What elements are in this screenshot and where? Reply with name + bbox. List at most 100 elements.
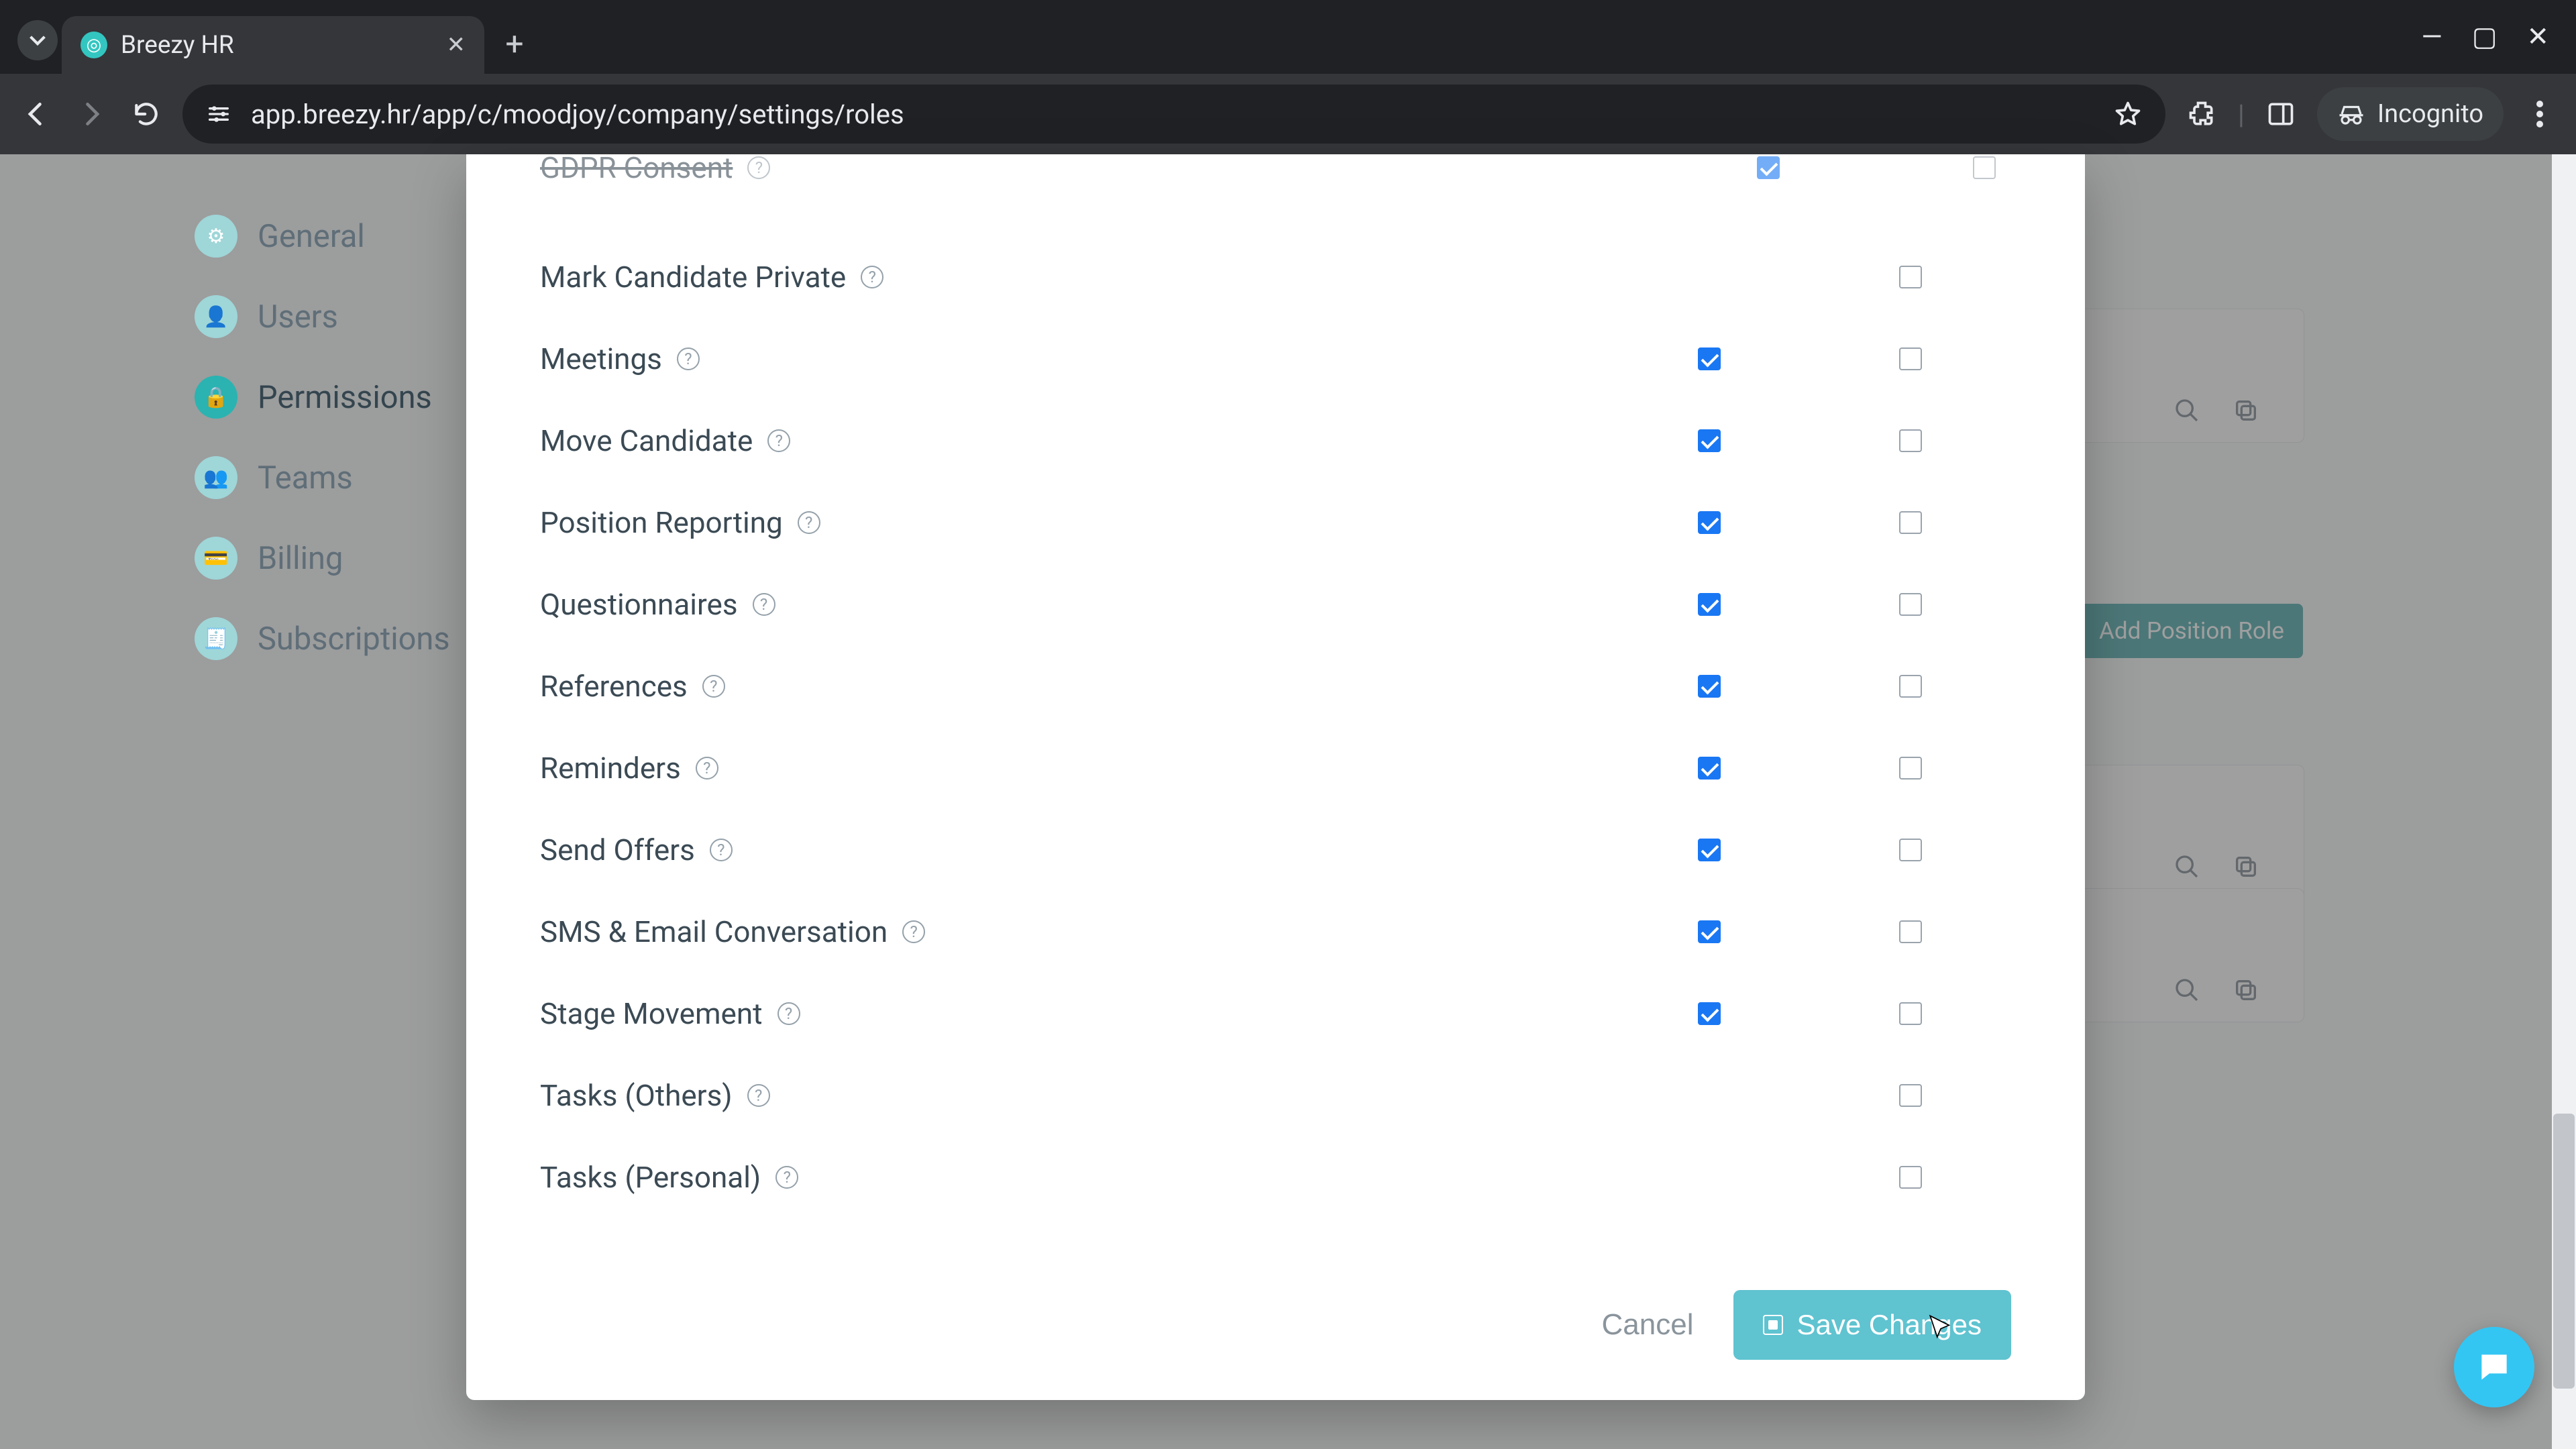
permission-row: Tasks (Personal)? <box>540 1136 2011 1218</box>
help-icon[interactable]: ? <box>747 156 770 179</box>
checkbox[interactable] <box>1757 156 1780 179</box>
nav-back-icon[interactable] <box>17 95 55 133</box>
checkbox-column <box>1609 429 1810 452</box>
incognito-icon <box>2337 100 2365 128</box>
checkbox-column <box>1609 347 1810 370</box>
checkbox-column <box>1810 675 2011 698</box>
permission-row: References? <box>540 645 2011 727</box>
permission-row: SMS & Email Conversation? <box>540 891 2011 973</box>
nav-forward-icon[interactable] <box>72 95 110 133</box>
permission-row: Position Reporting? <box>540 482 2011 564</box>
save-changes-button[interactable]: Save Changes <box>1733 1290 2011 1360</box>
checkbox[interactable] <box>1899 1084 1922 1107</box>
checkbox[interactable] <box>1899 347 1922 370</box>
extensions-icon[interactable] <box>2183 95 2220 133</box>
checkbox[interactable] <box>1698 920 1721 943</box>
checkbox[interactable] <box>1698 511 1721 534</box>
permission-row-gdpr-consent: GDPR Consent ? <box>466 150 2085 185</box>
help-icon[interactable]: ? <box>710 839 733 861</box>
checkbox[interactable] <box>1899 1166 1922 1189</box>
permission-label: Send Offers? <box>540 833 1609 867</box>
checkbox[interactable] <box>1899 920 1922 943</box>
permission-row: Send Offers? <box>540 809 2011 891</box>
address-bar[interactable]: app.breezy.hr/app/c/moodjoy/company/sett… <box>182 85 2165 144</box>
favicon-breezy-icon: ◎ <box>80 32 107 58</box>
permission-row: Stage Movement? <box>540 973 2011 1055</box>
checkbox-column <box>1810 1084 2011 1107</box>
permission-row: Mark Candidate Private? <box>540 236 2011 318</box>
permission-label: Position Reporting? <box>540 505 1609 540</box>
permission-label: Questionnaires? <box>540 587 1609 622</box>
permission-label: Move Candidate? <box>540 423 1609 458</box>
site-settings-icon[interactable] <box>205 101 232 127</box>
tabs-dropdown[interactable] <box>17 20 58 60</box>
checkbox[interactable] <box>1973 156 1996 179</box>
receipt-icon: 🧾 <box>195 617 237 660</box>
permission-label: Stage Movement? <box>540 996 1609 1031</box>
help-icon[interactable]: ? <box>798 511 820 534</box>
help-icon[interactable]: ? <box>861 266 883 288</box>
help-icon[interactable]: ? <box>747 1084 770 1107</box>
help-icon[interactable]: ? <box>767 429 790 452</box>
bookmark-star-icon[interactable] <box>2113 99 2143 129</box>
checkbox-column <box>1609 920 1810 943</box>
permission-row: Tasks (Others)? <box>540 1055 2011 1136</box>
checkbox-column <box>1609 511 1810 534</box>
help-icon[interactable]: ? <box>677 347 700 370</box>
permission-row: Meetings? <box>540 318 2011 400</box>
window-minimize-icon[interactable]: — <box>2421 21 2442 52</box>
cancel-button[interactable]: Cancel <box>1602 1308 1694 1342</box>
checkbox-column <box>1609 1002 1810 1025</box>
intercom-launcher[interactable] <box>2454 1327 2534 1407</box>
permission-label: Tasks (Personal)? <box>540 1160 1609 1195</box>
help-icon[interactable]: ? <box>702 675 725 698</box>
help-icon[interactable]: ? <box>777 1002 800 1025</box>
page-scroll-thumb[interactable] <box>2553 1114 2575 1389</box>
permission-label: Tasks (Others)? <box>540 1078 1609 1113</box>
card-icon: 💳 <box>195 537 237 580</box>
checkbox[interactable] <box>1698 839 1721 861</box>
help-icon[interactable]: ? <box>902 920 925 943</box>
checkbox-column <box>1810 429 2011 452</box>
permission-label: Mark Candidate Private? <box>540 260 1609 294</box>
permissions-modal: GDPR Consent ? Mark Candidate Private?Me… <box>466 154 2085 1400</box>
permission-label: SMS & Email Conversation? <box>540 914 1609 949</box>
browser-tab-active[interactable]: ◎ Breezy HR ✕ <box>62 16 484 74</box>
checkbox[interactable] <box>1899 675 1922 698</box>
checkbox-column <box>1810 839 2011 861</box>
checkbox-column <box>1810 593 2011 616</box>
checkbox-column <box>1609 757 1810 780</box>
checkbox[interactable] <box>1899 593 1922 616</box>
window-close-icon[interactable]: ✕ <box>2526 21 2549 52</box>
browser-menu-icon[interactable] <box>2521 95 2559 133</box>
tab-close-icon[interactable]: ✕ <box>447 32 466 58</box>
checkbox[interactable] <box>1698 675 1721 698</box>
permission-label: Meetings? <box>540 341 1609 376</box>
checkbox[interactable] <box>1899 757 1922 780</box>
save-icon <box>1763 1315 1783 1335</box>
checkbox[interactable] <box>1899 1002 1922 1025</box>
checkbox[interactable] <box>1698 593 1721 616</box>
checkbox[interactable] <box>1698 757 1721 780</box>
checkbox-column <box>1810 347 2011 370</box>
checkbox[interactable] <box>1899 266 1922 288</box>
incognito-badge[interactable]: Incognito <box>2317 87 2504 141</box>
checkbox[interactable] <box>1698 1002 1721 1025</box>
gear-icon: ⚙ <box>195 215 237 258</box>
checkbox[interactable] <box>1899 429 1922 452</box>
checkbox[interactable] <box>1899 839 1922 861</box>
window-maximize-icon[interactable]: ▢ <box>2472 21 2498 52</box>
help-icon[interactable]: ? <box>696 757 718 780</box>
checkbox[interactable] <box>1899 511 1922 534</box>
new-tab-button[interactable]: + <box>498 27 531 60</box>
help-icon[interactable]: ? <box>753 593 775 616</box>
sidepanel-icon[interactable] <box>2262 95 2300 133</box>
checkbox[interactable] <box>1698 347 1721 370</box>
incognito-label: Incognito <box>2377 99 2483 129</box>
help-icon[interactable]: ? <box>775 1166 798 1189</box>
modal-footer: Cancel Save Changes <box>540 1256 2011 1360</box>
page-scroll-track[interactable] <box>2552 154 2576 1449</box>
checkbox[interactable] <box>1698 429 1721 452</box>
permission-row: Move Candidate? <box>540 400 2011 482</box>
nav-reload-icon[interactable] <box>127 95 165 133</box>
